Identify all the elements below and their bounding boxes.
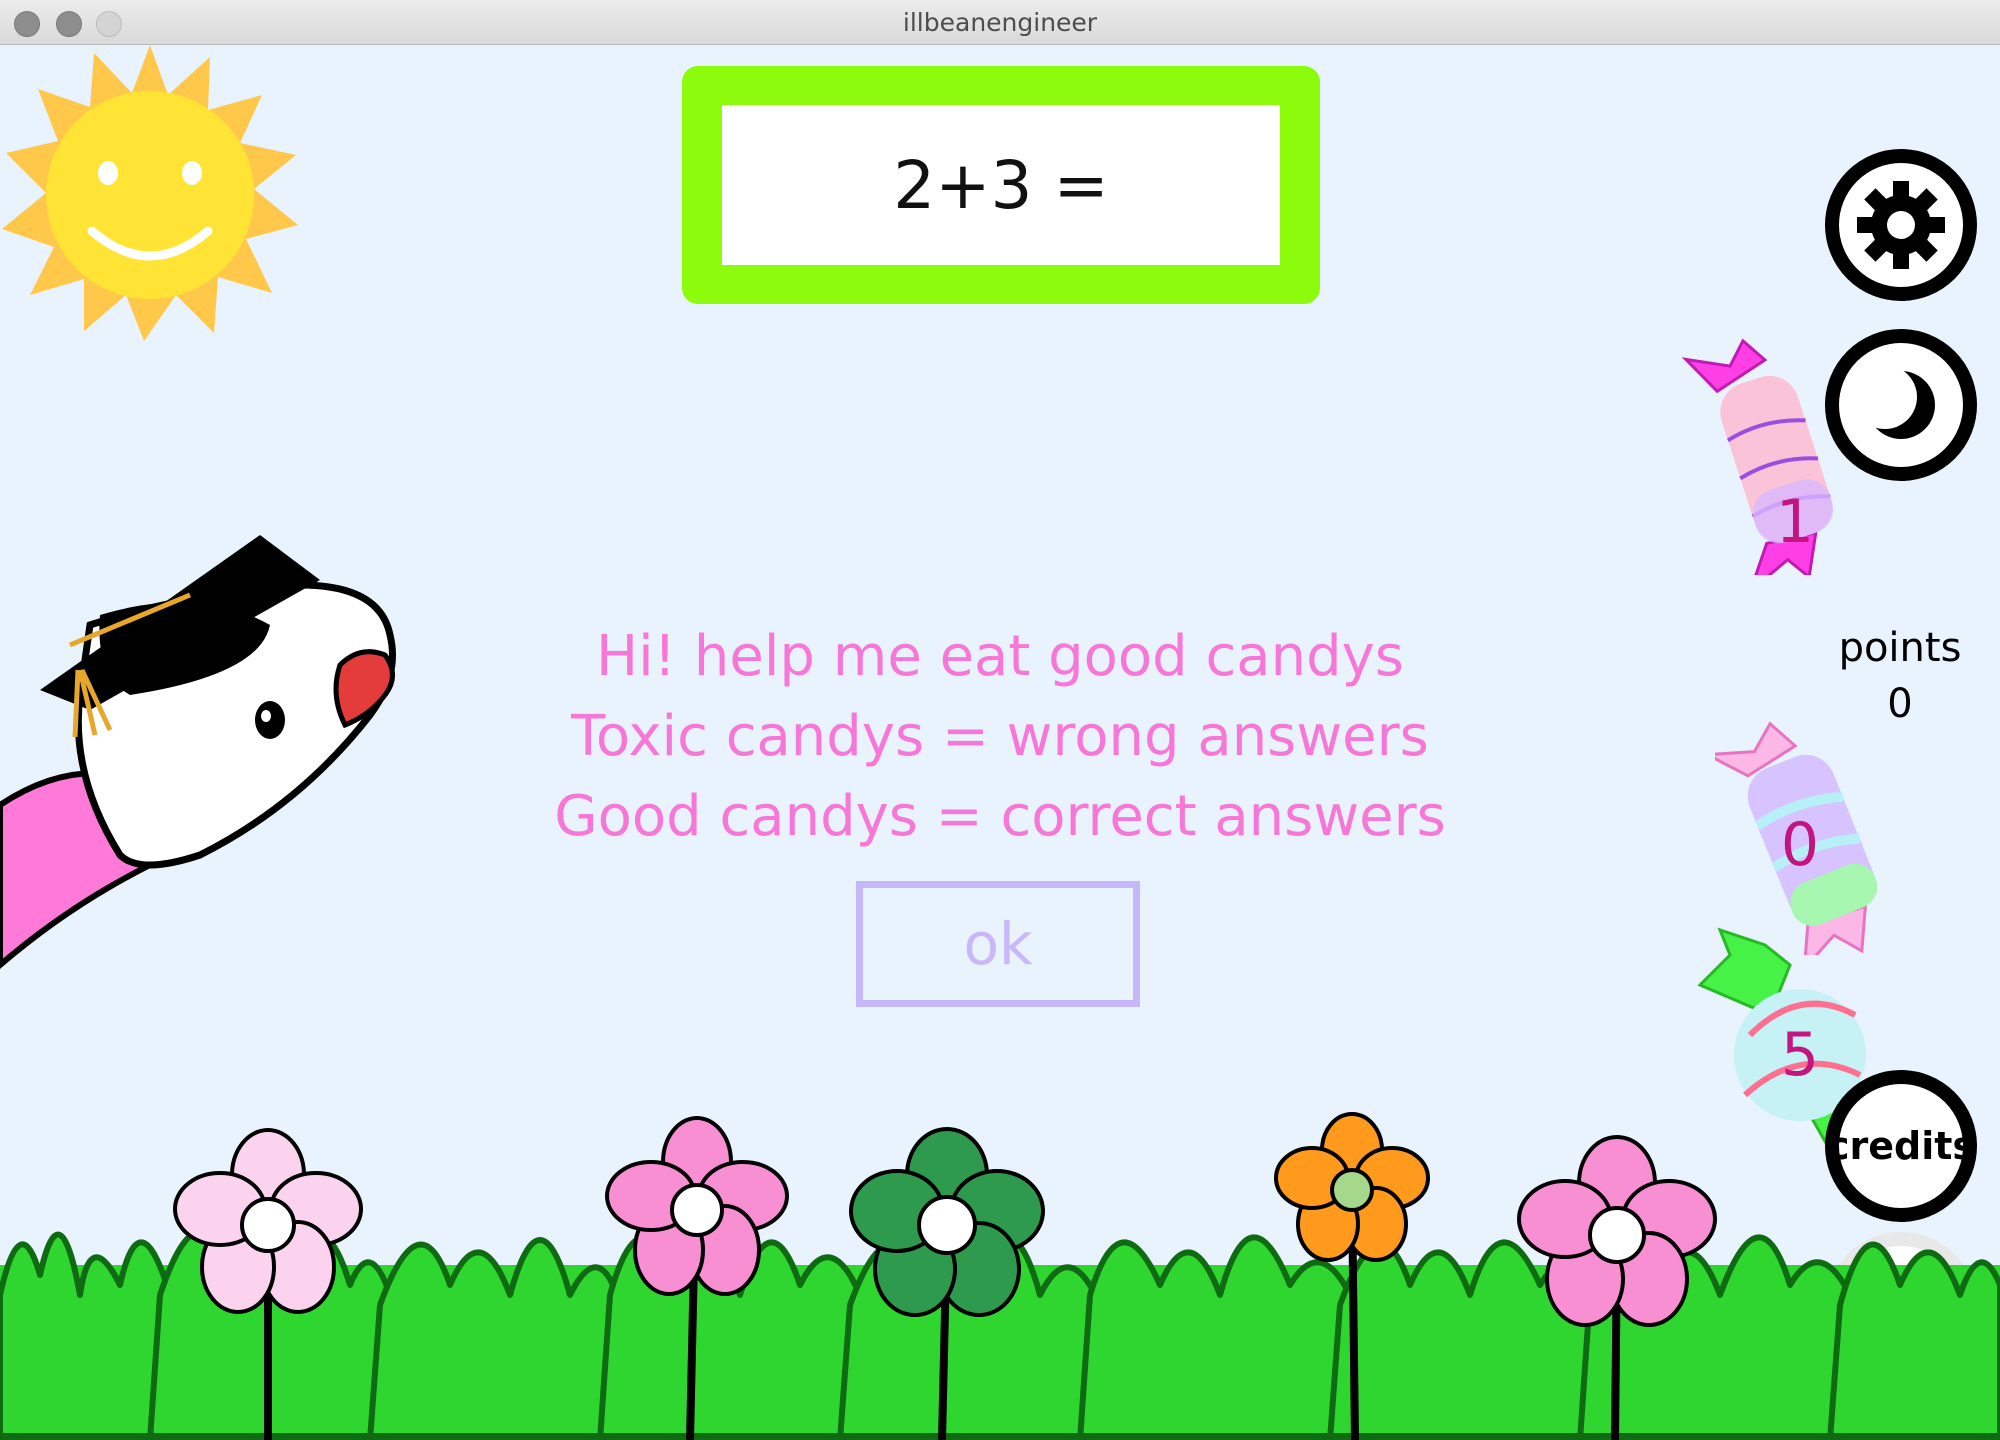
window-titlebar: illbeanengineer (0, 0, 2000, 45)
candy-2-number: 0 (1780, 810, 1820, 880)
question-text: 2+3 = (893, 146, 1109, 224)
points-label: points (1838, 625, 1962, 671)
intro-line-2: Toxic candys = wrong answers (571, 704, 1429, 769)
settings-button[interactable] (1825, 149, 1977, 301)
ok-button[interactable]: ok (856, 881, 1140, 1007)
graduate-worm-character (0, 535, 396, 969)
candy-1-number: 1 (1775, 487, 1815, 557)
question-box: 2+3 = (722, 105, 1280, 265)
garden-scene (0, 1112, 2000, 1440)
sun-icon (2, 45, 298, 341)
intro-message: Hi! help me eat good candys Toxic candys… (500, 617, 1500, 857)
window-title: illbeanengineer (902, 8, 1098, 37)
game-canvas: 2+3 = Hi! help me eat good candys Toxic … (0, 45, 2000, 1440)
intro-line-3: Good candys = correct answers (554, 784, 1446, 849)
gear-icon (1857, 181, 1945, 269)
intro-line-1: Hi! help me eat good candys (596, 624, 1404, 689)
candy-3-number: 5 (1780, 1020, 1820, 1090)
